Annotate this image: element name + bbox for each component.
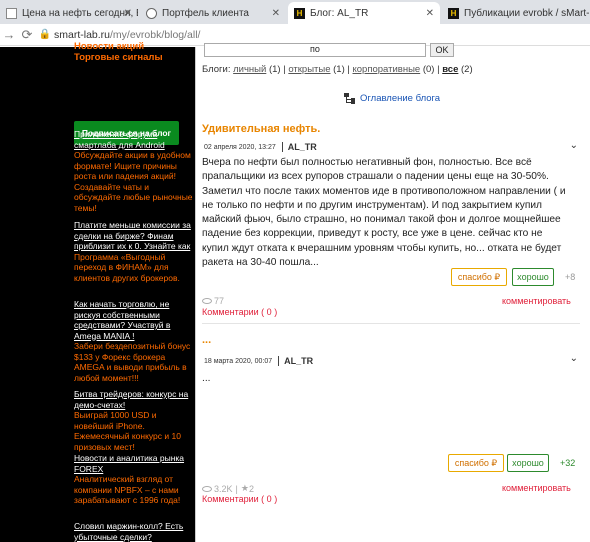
post-title[interactable]: ... [202, 334, 211, 346]
toc-label: Оглавление блога [360, 93, 441, 104]
promo-title[interactable]: Приложение форума смартлаба для Android [74, 129, 194, 150]
eye-icon [202, 485, 212, 492]
blog-filter-prefix: Блоги: [202, 64, 231, 75]
promo-title[interactable]: Новости и аналитика рынка FOREX [74, 453, 194, 474]
sidebar-link-signals[interactable]: Торговые сигналы [74, 52, 163, 63]
chevron-down-icon[interactable]: ⌄ [570, 353, 578, 364]
promo-body: Аналитический взгляд от компании NPBFX –… [74, 474, 181, 505]
comments-link[interactable]: Комментарии ( 0 ) [202, 494, 277, 504]
search-input[interactable]: по [204, 43, 426, 57]
browser-tab-bar: Цена на нефть сегодня, Brent ✕ Портфель … [0, 0, 590, 24]
filter-corporate[interactable]: корпоративные [353, 64, 421, 75]
post-stats: 77 [202, 296, 224, 306]
post-date: 02 апреля 2020, 13:27 [204, 143, 276, 151]
reload-icon[interactable]: ⟳ [18, 27, 36, 43]
post-title[interactable]: Удивительная нефть. [202, 123, 320, 135]
promo-title[interactable]: Битва трейдеров: конкурс на демо-счетах! [74, 389, 194, 410]
repost-icon: ★ [240, 483, 249, 493]
thanks-button[interactable]: спасибо ₽ [448, 454, 504, 472]
filter-count: (1) [333, 64, 345, 75]
tab-blog-al-tr[interactable]: H Блог: AL_TR ✕ [288, 2, 440, 24]
post-meta: 18 марта 2020, 00:07 AL_TR [204, 356, 313, 366]
promo-traders-battle[interactable]: Битва трейдеров: конкурс на демо-счетах!… [74, 389, 194, 452]
smartlab-icon: H [294, 7, 305, 19]
tab-title: Блог: AL_TR [310, 7, 369, 19]
repost-count: 2 [248, 483, 254, 494]
promo-body: Обсуждайте акции в удобном формате! Ищит… [74, 150, 193, 213]
filter-separator: | [347, 64, 350, 75]
promo-title[interactable]: Платите меньше комиссии за сделки на бир… [74, 220, 194, 252]
tab-title: Публикации evrobk / sMart-lab [464, 7, 590, 19]
filter-separator: | [283, 64, 286, 75]
filter-personal[interactable]: личный [233, 64, 266, 75]
blog-toc-link[interactable]: Оглавление блога [344, 93, 440, 104]
close-icon[interactable]: ✕ [426, 8, 434, 19]
promo-android-app[interactable]: Приложение форума смартлаба для Android … [74, 129, 194, 213]
tab-title: Цена на нефть сегодня, Brent [22, 7, 138, 19]
forward-arrow-icon[interactable]: → [0, 27, 18, 42]
globe-icon [146, 7, 157, 19]
promo-body: Забери бездепозитный бонус $133 у Форекс… [74, 341, 191, 383]
post-author[interactable]: AL_TR [278, 356, 313, 366]
like-button[interactable]: хорошо [507, 454, 549, 472]
tab-evrobk-publications[interactable]: H Публикации evrobk / sMart-lab [442, 2, 590, 24]
post-score: +32 [560, 458, 576, 468]
comment-button[interactable]: комментировать [502, 483, 571, 493]
doc-icon [6, 7, 17, 19]
filter-open[interactable]: открытые [288, 64, 330, 75]
url-path: /my/evrobk/blog/all/ [110, 28, 201, 41]
filter-count: (1) [268, 64, 281, 75]
promo-finam[interactable]: Платите меньше комиссии за сделки на бир… [74, 220, 194, 283]
blog-filter: Блоги: личный (1) | открытые (1) | корпо… [202, 64, 473, 75]
post-body: Вчера по нефти был полностью негативный … [202, 157, 566, 269]
sitemap-icon [344, 93, 355, 104]
view-count: 3.2K [214, 483, 233, 494]
search-ok-button[interactable]: OK [430, 43, 454, 57]
like-button[interactable]: хорошо [512, 268, 554, 286]
stats-separator: | [235, 483, 238, 494]
post-meta: 02 апреля 2020, 13:27 AL_TR [204, 142, 317, 152]
lock-icon[interactable]: 🔒 [36, 29, 54, 40]
post-body: ... [202, 373, 211, 384]
close-icon[interactable]: ✕ [124, 8, 132, 19]
sidebar: Новости акций Торговые сигналы Подписать… [0, 41, 195, 542]
filter-count: (2) [461, 64, 473, 75]
main-content: по OK Блоги: личный (1) | открытые (1) |… [196, 43, 590, 542]
promo-body: Программа «Выгодный переход в ФИНАМ» для… [74, 251, 180, 283]
promo-title[interactable]: Словил маржин-колл? Есть убыточные сделк… [74, 521, 194, 542]
eye-icon [202, 298, 212, 304]
post-score: +8 [565, 272, 576, 282]
tab-brent-price[interactable]: Цена на нефть сегодня, Brent ✕ [0, 2, 138, 24]
filter-all[interactable]: все [442, 64, 458, 75]
post-stats: 3.2K | ★ 2 [202, 483, 254, 494]
tab-title: Портфель клиента [162, 7, 249, 19]
filter-count: (0) [422, 64, 435, 75]
post-date: 18 марта 2020, 00:07 [204, 357, 273, 365]
url-host: smart-lab.ru [54, 28, 111, 41]
thanks-button[interactable]: спасибо ₽ [451, 268, 507, 286]
view-count: 77 [214, 296, 225, 306]
close-icon[interactable]: ✕ [272, 8, 280, 19]
url-field[interactable]: smart-lab.ru/my/evrobk/blog/all/ [54, 29, 200, 41]
post-divider [202, 323, 580, 324]
promo-body: Выиграй 1000 USD и новейший iPhone. Ежем… [74, 410, 181, 452]
tab-client-portfolio[interactable]: Портфель клиента ✕ [140, 2, 286, 24]
post-author[interactable]: AL_TR [281, 142, 317, 152]
sidebar-link-stock-news[interactable]: Новости акций [74, 41, 144, 52]
chevron-down-icon[interactable]: ⌄ [570, 140, 578, 151]
filter-separator: | [437, 64, 440, 75]
promo-npbfx[interactable]: Новости и аналитика рынка FOREX Аналитич… [74, 453, 194, 506]
comments-link[interactable]: Комментарии ( 0 ) [202, 307, 277, 317]
promo-title[interactable]: Как начать торговлю, не рискуя собственн… [74, 299, 194, 341]
smartlab-icon: H [448, 7, 459, 19]
promo-amega[interactable]: Как начать торговлю, не рискуя собственн… [74, 299, 194, 383]
promo-margin-call[interactable]: Словил маржин-колл? Есть убыточные сделк… [74, 521, 194, 542]
comment-button[interactable]: комментировать [502, 296, 571, 306]
